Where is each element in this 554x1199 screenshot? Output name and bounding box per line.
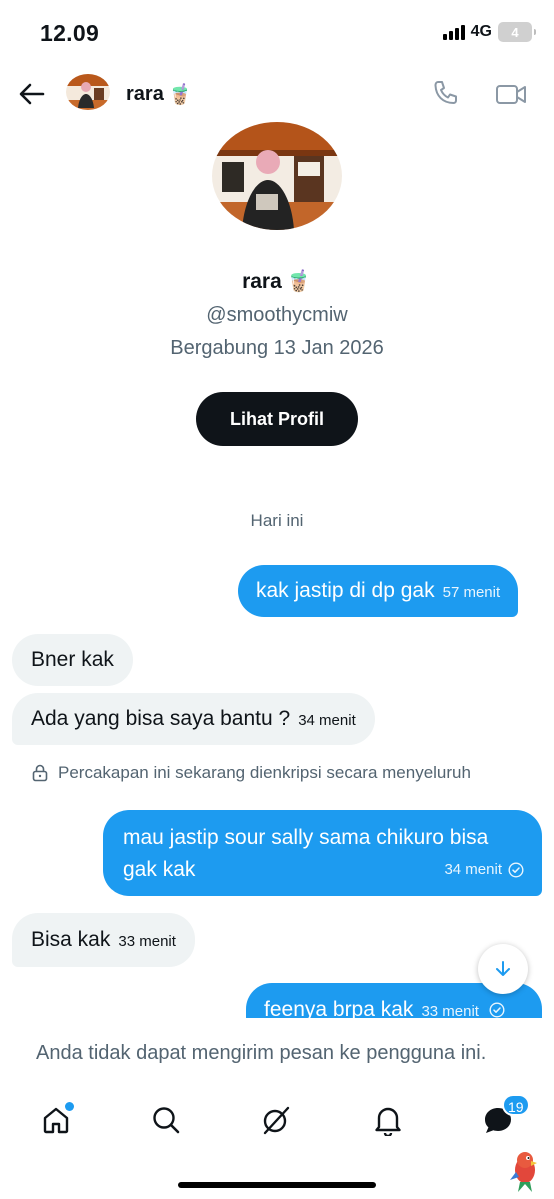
cannot-message-notice: Anda tidak dapat mengirim pesan ke pengg… <box>36 1042 487 1064</box>
encryption-notice-text: Percakapan ini sekarang dienkripsi secar… <box>58 763 471 782</box>
back-button[interactable] <box>16 78 48 110</box>
avatar[interactable] <box>66 74 110 110</box>
profile-summary: rara 🧋 @smoothycmiw Bergabung 13 Jan 202… <box>0 122 554 446</box>
tab-messages[interactable]: 19 <box>480 1094 530 1138</box>
message-bubble-outgoing[interactable]: mau jastip sour sally sama chikuro bisa … <box>103 810 542 896</box>
message-text: kak jastip di dp gak <box>256 579 435 602</box>
status-indicators: 4G 4 <box>442 22 536 42</box>
message-time: 57 menit <box>442 584 501 601</box>
battery-level: 4 <box>511 24 519 40</box>
contact-name[interactable]: rara 🧋 <box>126 82 193 107</box>
message-text: Bner kak <box>31 648 114 671</box>
tab-notifications[interactable] <box>370 1102 406 1138</box>
bell-icon <box>375 1107 401 1136</box>
grok-icon <box>263 1106 290 1135</box>
encryption-notice: Percakapan ini sekarang dienkripsi secar… <box>32 763 471 783</box>
message-text: mau jastip sour sally sama chikuro bisa … <box>123 826 489 881</box>
arrow-down-icon <box>496 961 510 976</box>
tab-search[interactable] <box>148 1102 184 1138</box>
video-call-button[interactable] <box>494 78 530 112</box>
status-bar: 12.09 4G 4 <box>0 0 554 62</box>
message-time: 33 menit <box>118 933 176 950</box>
message-text: Ada yang bisa saya bantu ? <box>31 707 291 730</box>
home-indicator <box>178 1182 376 1188</box>
message-bubble-outgoing[interactable]: kak jastip di dp gak 57 menit <box>238 565 519 617</box>
date-separator: Hari ini <box>250 511 304 530</box>
lock-icon <box>32 764 48 782</box>
bubble-tea-emoji: 🧋 <box>167 84 193 106</box>
tab-grok[interactable] <box>258 1102 294 1138</box>
message-bubble-incoming[interactable]: Ada yang bisa saya bantu ? 34 menit <box>12 693 375 745</box>
message-meta: 34 menit <box>444 854 524 886</box>
signal-icon <box>442 24 465 40</box>
status-time: 12.09 <box>40 20 100 46</box>
profile-name: rara 🧋 <box>0 270 554 294</box>
profile-joined-date: Bergabung 13 Jan 2026 <box>170 337 384 359</box>
profile-avatar[interactable] <box>212 122 342 230</box>
message-bubble-incoming[interactable]: Bisa kak 33 menit <box>12 913 195 967</box>
profile-handle: @smoothycmiw <box>206 304 348 326</box>
message-time: 34 menit <box>444 861 502 878</box>
check-circle-icon <box>489 1002 505 1018</box>
messages-badge: 19 <box>502 1094 530 1116</box>
message-bubble-incoming[interactable]: Bner kak <box>12 634 133 686</box>
call-button[interactable] <box>430 78 464 112</box>
profile-name-text: rara <box>242 270 282 293</box>
scroll-to-bottom-button[interactable] <box>478 944 528 994</box>
phone-icon <box>434 81 457 104</box>
conversation-header: rara 🧋 <box>0 64 554 124</box>
view-profile-button[interactable]: Lihat Profil <box>196 392 358 446</box>
bottom-navigation: 19 <box>0 1094 554 1156</box>
parrot-mascot-icon <box>508 1148 542 1194</box>
search-icon <box>153 1107 180 1134</box>
message-time: 34 menit <box>298 712 356 729</box>
arrow-left-icon <box>19 83 45 105</box>
bubble-tea-emoji: 🧋 <box>285 270 312 293</box>
new-posts-dot <box>65 1102 74 1111</box>
message-text: Bisa kak <box>31 928 111 951</box>
check-circle-icon <box>508 862 524 878</box>
contact-name-text: rara <box>126 83 164 105</box>
battery-icon: 4 <box>498 22 536 42</box>
network-type: 4G <box>470 23 492 40</box>
tab-home[interactable] <box>38 1102 74 1138</box>
video-icon <box>496 85 526 104</box>
